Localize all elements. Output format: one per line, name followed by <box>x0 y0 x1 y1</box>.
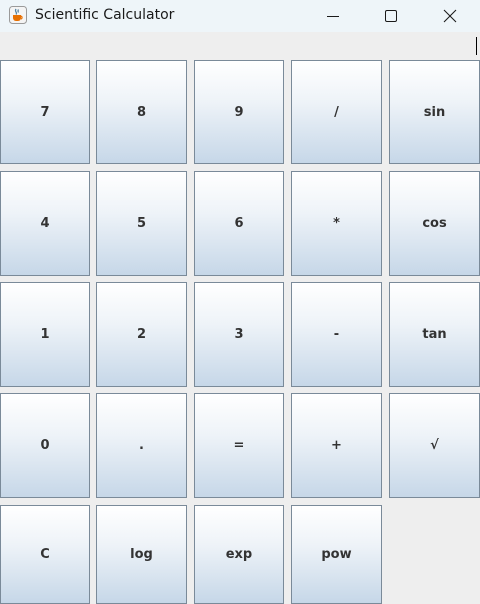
title-bar[interactable]: Scientific Calculator <box>0 0 480 32</box>
key-exp[interactable]: exp <box>194 505 284 604</box>
key-8[interactable]: 8 <box>96 60 187 164</box>
key-tan[interactable]: tan <box>389 282 480 387</box>
display-area <box>0 32 480 59</box>
key-decimal[interactable]: . <box>96 393 187 498</box>
close-icon <box>443 9 457 23</box>
key-sin[interactable]: sin <box>389 60 480 164</box>
key-cos[interactable]: cos <box>389 171 480 276</box>
window-title: Scientific Calculator <box>35 7 175 23</box>
key-clear[interactable]: C <box>0 505 90 604</box>
key-sqrt[interactable]: √ <box>389 393 480 498</box>
key-pow[interactable]: pow <box>291 505 382 604</box>
minimize-icon <box>327 16 339 17</box>
key-1[interactable]: 1 <box>0 282 90 387</box>
key-6[interactable]: 6 <box>194 171 284 276</box>
display-field[interactable] <box>0 34 476 56</box>
maximize-button[interactable] <box>362 0 420 32</box>
key-log[interactable]: log <box>96 505 187 604</box>
key-5[interactable]: 5 <box>96 171 187 276</box>
key-9[interactable]: 9 <box>194 60 284 164</box>
key-0[interactable]: 0 <box>0 393 90 498</box>
key-add[interactable]: + <box>291 393 382 498</box>
key-7[interactable]: 7 <box>0 60 90 164</box>
key-2[interactable]: 2 <box>96 282 187 387</box>
key-multiply[interactable]: * <box>291 171 382 276</box>
text-caret <box>476 37 477 55</box>
key-4[interactable]: 4 <box>0 171 90 276</box>
key-3[interactable]: 3 <box>194 282 284 387</box>
minimize-button[interactable] <box>304 0 362 32</box>
key-divide[interactable]: / <box>291 60 382 164</box>
maximize-icon <box>385 10 397 22</box>
java-cup-icon <box>9 6 27 24</box>
keypad: 7 8 9 / sin 4 5 6 * cos 1 2 3 - tan 0 . … <box>0 60 480 604</box>
key-subtract[interactable]: - <box>291 282 382 387</box>
calculator-window: Scientific Calculator 7 8 9 / sin 4 5 6 … <box>0 0 480 604</box>
close-button[interactable] <box>421 0 479 32</box>
key-equals[interactable]: = <box>194 393 284 498</box>
